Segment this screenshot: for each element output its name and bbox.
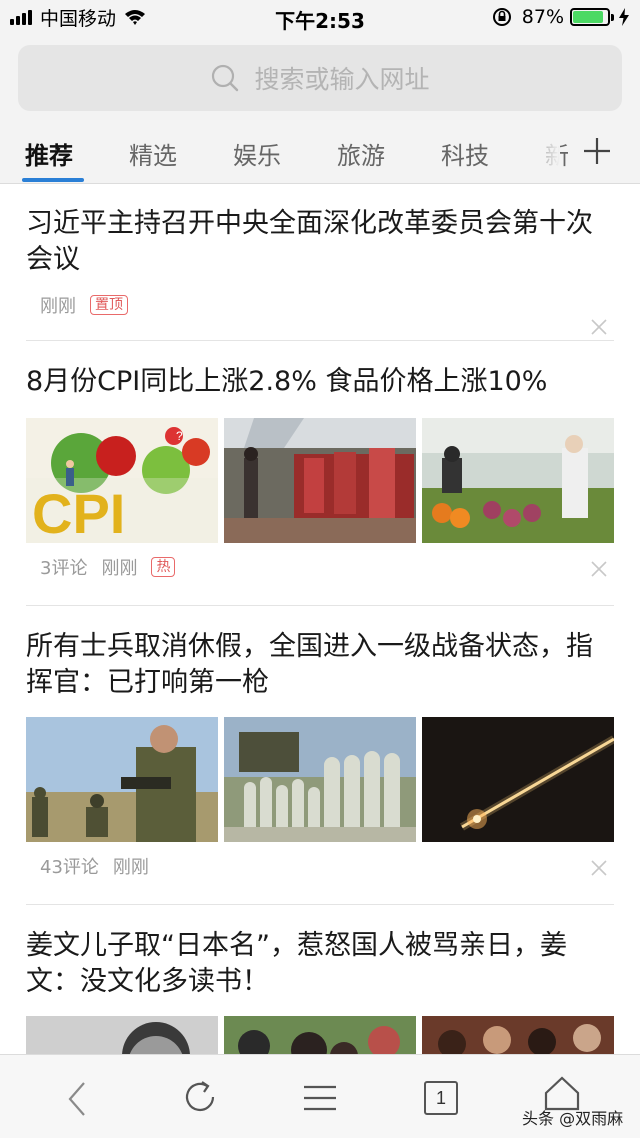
meat-market-image[interactable] xyxy=(224,418,416,543)
comment-count: 3评论 xyxy=(40,558,88,579)
tab-featured[interactable]: 精选 xyxy=(129,136,177,171)
crowd-image[interactable] xyxy=(224,1016,416,1054)
charging-bolt-icon xyxy=(619,8,629,26)
news-item[interactable]: 所有士兵取消休假，全国进入一级战备状态，指挥官：已打响第一枪 43评论 刚刚 xyxy=(26,629,614,878)
close-icon[interactable] xyxy=(590,859,608,877)
search-input[interactable]: 搜索或输入网址 xyxy=(18,45,622,111)
divider xyxy=(26,605,614,606)
battery-icon xyxy=(570,8,614,26)
close-icon[interactable] xyxy=(590,560,608,578)
tab-technology[interactable]: 科技 xyxy=(441,136,489,171)
svg-text:?: ? xyxy=(176,429,183,443)
status-bar: 中国移动 下午2:53 87% xyxy=(0,0,640,34)
search-placeholder: 搜索或输入网址 xyxy=(254,65,430,94)
soldiers-image[interactable] xyxy=(26,717,218,842)
article-title[interactable]: 姜文儿子取“日本名”，惹怒国人被骂亲日，姜文：没文化多读书！ xyxy=(26,928,614,1000)
jiang-wen-portrait-image[interactable] xyxy=(26,1016,218,1054)
tab-recommended[interactable]: 推荐 xyxy=(25,136,73,171)
comment-count: 43评论 xyxy=(40,857,99,878)
watermark: 头条 @双雨麻 xyxy=(522,1109,624,1128)
article-thumbnails[interactable] xyxy=(26,1016,614,1054)
article-time: 刚刚 xyxy=(101,558,138,579)
news-item[interactable]: 8月份CPI同比上涨2.8% 食品价格上涨10% ? CPI 3评论 刚刚 热 xyxy=(26,364,614,579)
search-area: 搜索或输入网址 xyxy=(0,34,640,122)
active-tab-indicator xyxy=(22,178,84,182)
pinned-badge: 置顶 xyxy=(90,295,128,315)
tab-travel[interactable]: 旅游 xyxy=(337,136,385,171)
vegetable-market-image[interactable] xyxy=(422,418,614,543)
add-channel-icon[interactable] xyxy=(580,134,614,168)
article-title[interactable]: 所有士兵取消休假，全国进入一级战备状态，指挥官：已打响第一枪 xyxy=(26,629,614,701)
news-item[interactable]: 姜文儿子取“日本名”，惹怒国人被骂亲日，姜文：没文化多读书！ xyxy=(26,928,614,1054)
missile-launch-image[interactable] xyxy=(422,717,614,842)
artillery-shells-image[interactable] xyxy=(224,717,416,842)
bottom-toolbar: 1 头条 @双雨麻 xyxy=(0,1054,640,1138)
news-feed[interactable]: 习近平主持召开中央全面深化改革委员会第十次会议 刚刚 置顶 8月份CPI同比上涨… xyxy=(0,184,640,1054)
refresh-icon[interactable] xyxy=(180,1077,220,1117)
article-meta: 3评论 刚刚 热 xyxy=(26,554,176,580)
news-item[interactable]: 习近平主持召开中央全面深化改革委员会第十次会议 刚刚 置顶 xyxy=(26,206,614,335)
menu-icon[interactable] xyxy=(300,1077,340,1117)
status-right: 87% xyxy=(492,5,630,29)
article-thumbnails[interactable] xyxy=(26,717,614,842)
search-icon xyxy=(212,64,239,92)
tab-entertainment[interactable]: 娱乐 xyxy=(233,136,281,171)
cpi-vegetables-image[interactable]: ? CPI xyxy=(26,418,218,543)
close-icon[interactable] xyxy=(590,318,608,336)
article-time: 刚刚 xyxy=(112,857,149,878)
battery-percent: 87% xyxy=(521,6,564,28)
tabs-count-button[interactable]: 1 xyxy=(424,1081,458,1115)
cpi-thumb-text: CPI xyxy=(32,482,125,543)
hot-badge: 热 xyxy=(151,557,176,577)
article-time: 刚刚 xyxy=(40,296,76,317)
article-meta: 43评论 刚刚 xyxy=(26,853,163,879)
article-title[interactable]: 习近平主持召开中央全面深化改革委员会第十次会议 xyxy=(26,206,614,278)
article-thumbnails[interactable]: ? CPI xyxy=(26,418,614,543)
article-meta: 刚刚 置顶 xyxy=(26,292,128,318)
audience-image[interactable] xyxy=(422,1016,614,1054)
divider xyxy=(26,340,614,341)
rotation-lock-icon xyxy=(492,8,511,26)
channel-tabs: 推荐 精选 娱乐 旅游 科技 新 xyxy=(0,122,640,184)
divider xyxy=(26,904,614,905)
article-title[interactable]: 8月份CPI同比上涨2.8% 食品价格上涨10% xyxy=(26,364,614,400)
tab-fade xyxy=(520,122,560,183)
back-icon[interactable] xyxy=(58,1077,98,1117)
